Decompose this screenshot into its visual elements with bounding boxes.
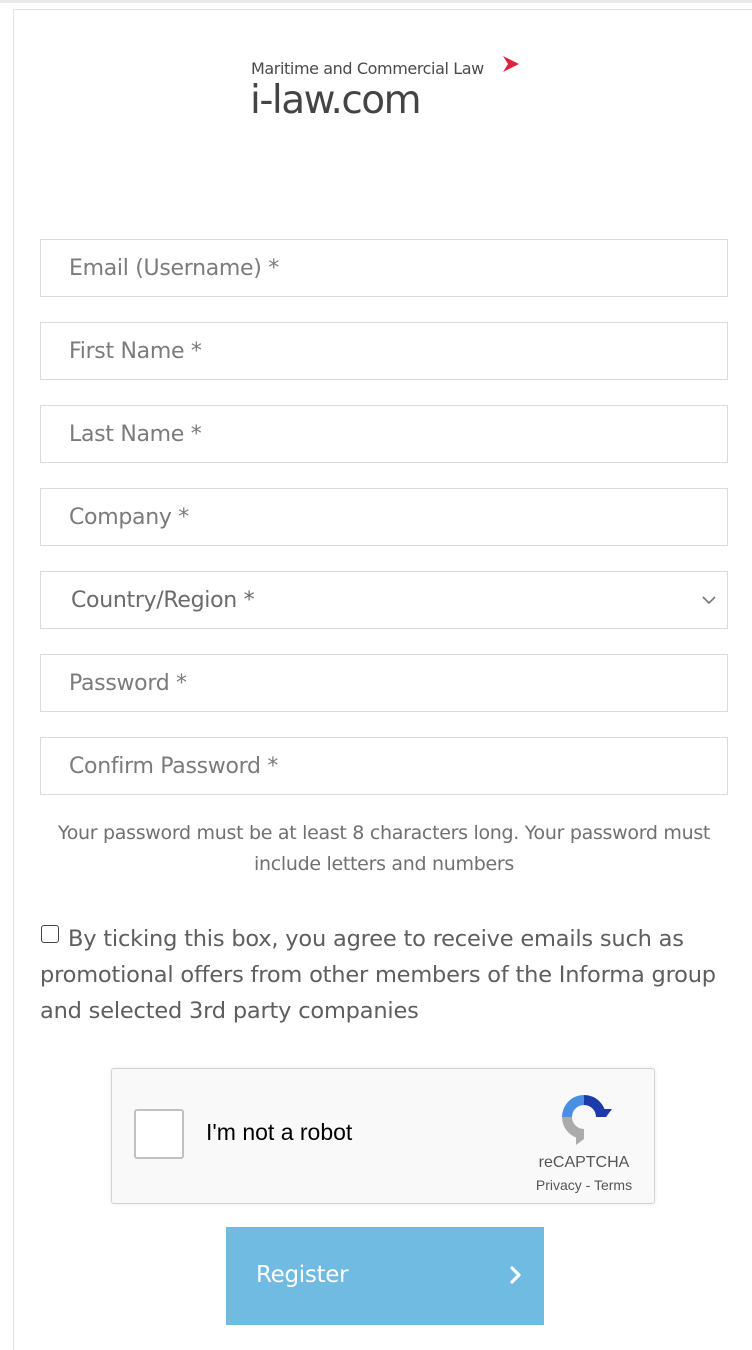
recaptcha-label: I'm not a robot [206,1119,353,1145]
email-field[interactable] [41,240,727,296]
recaptcha-icon [562,1095,612,1145]
recaptcha-privacy-terms-link[interactable]: Privacy - Terms [522,1177,646,1193]
last-name-field-wrapper [40,405,728,463]
logo-play-icon [503,56,519,72]
first-name-field[interactable] [41,323,727,379]
chevron-down-icon [702,596,716,605]
consent-text: By ticking this box, you agree to receiv… [40,926,716,1024]
chevron-right-icon [510,1266,521,1284]
country-select-value: Country/Region * [71,588,255,613]
country-select[interactable]: Country/Region * [40,571,728,629]
email-field-wrapper [40,239,728,297]
confirm-password-field[interactable] [41,738,727,794]
recaptcha-brand: reCAPTCHA [538,1154,630,1171]
password-field-wrapper [40,654,728,712]
last-name-field[interactable] [41,406,727,462]
company-field-wrapper [40,488,728,546]
logo-tagline: Maritime and Commercial Law [251,59,484,78]
consent-checkbox[interactable] [41,925,59,943]
register-button-label: Register [256,1262,349,1288]
logo-name: i-law.com [250,78,422,123]
recaptcha-widget: I'm not a robot reCAPTCHA Privacy - Term… [111,1068,655,1204]
recaptcha-checkbox[interactable] [134,1109,184,1159]
password-field[interactable] [41,655,727,711]
company-field[interactable] [41,489,727,545]
first-name-field-wrapper [40,322,728,380]
register-button[interactable]: Register [226,1227,544,1325]
top-divider [0,0,752,3]
confirm-password-field-wrapper [40,737,728,795]
password-hint: Your password must be at least 8 charact… [57,822,711,875]
